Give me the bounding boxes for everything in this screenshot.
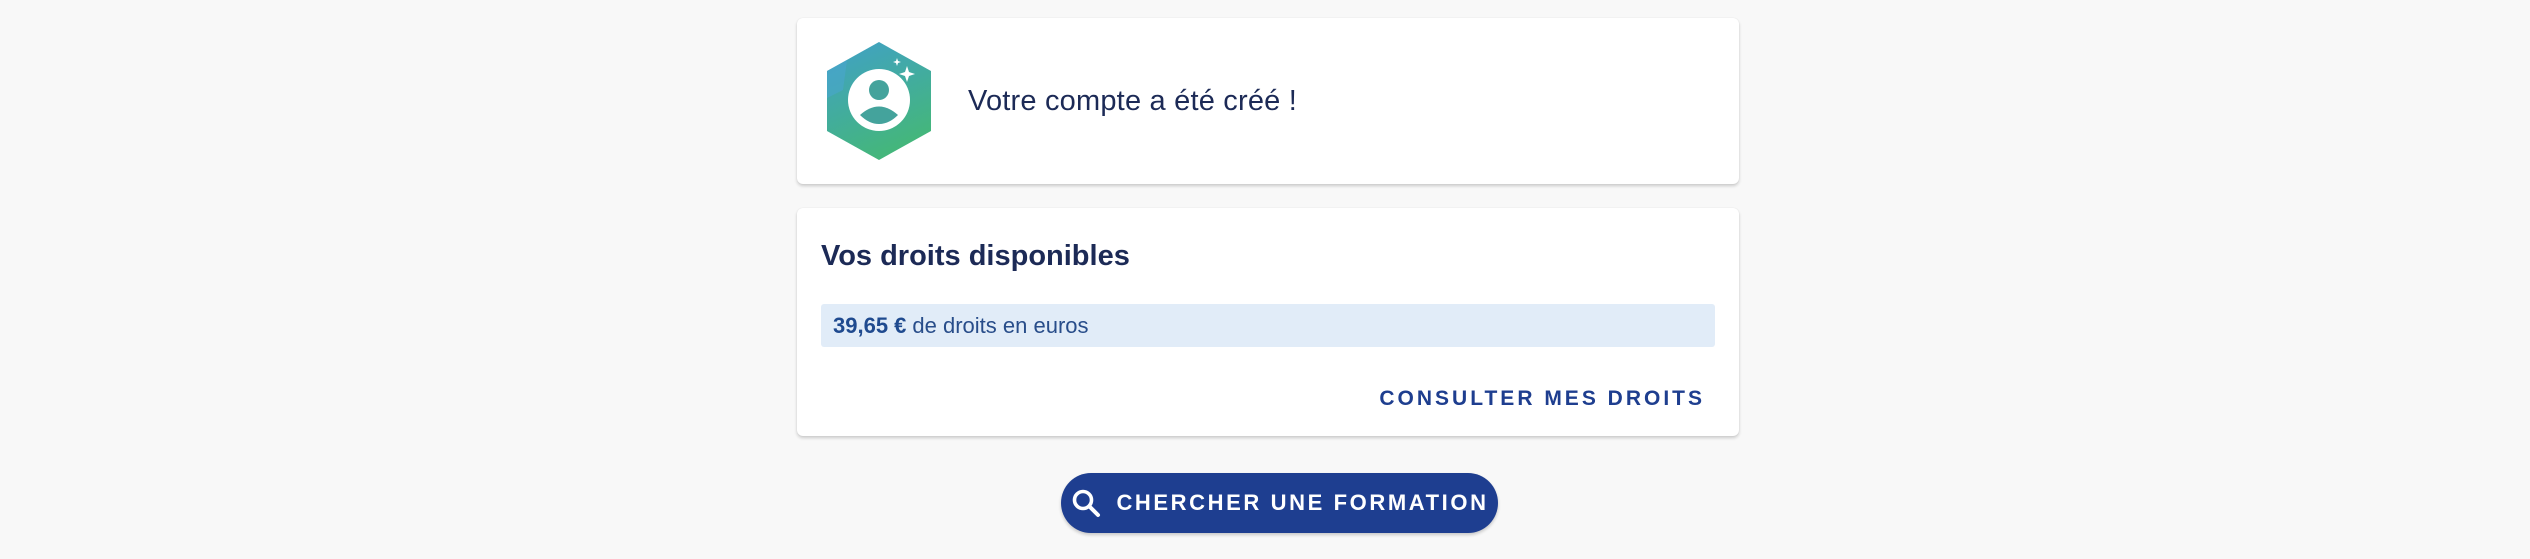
search-icon xyxy=(1073,489,1101,517)
user-account-created-icon xyxy=(827,42,931,160)
search-training-button[interactable]: CHERCHER UNE FORMATION xyxy=(1061,473,1498,533)
rights-amount: 39,65 € xyxy=(833,312,907,338)
rights-amount-banner: 39,65 € de droits en euros xyxy=(821,304,1715,347)
search-training-label: CHERCHER UNE FORMATION xyxy=(1116,490,1489,515)
rights-actions: CONSULTER MES DROITS xyxy=(821,387,1715,411)
rights-amount-suffix: de droits en euros xyxy=(912,312,1089,338)
rights-title: Vos droits disponibles xyxy=(821,240,1130,272)
main-column: Votre compte a été créé ! Vos droits dis… xyxy=(797,18,1739,436)
account-created-card: Votre compte a été créé ! xyxy=(797,18,1739,184)
available-rights-card: Vos droits disponibles 39,65 € de droits… xyxy=(797,208,1739,436)
account-created-message: Votre compte a été créé ! xyxy=(968,84,1298,117)
consult-rights-button[interactable]: CONSULTER MES DROITS xyxy=(1379,387,1715,411)
